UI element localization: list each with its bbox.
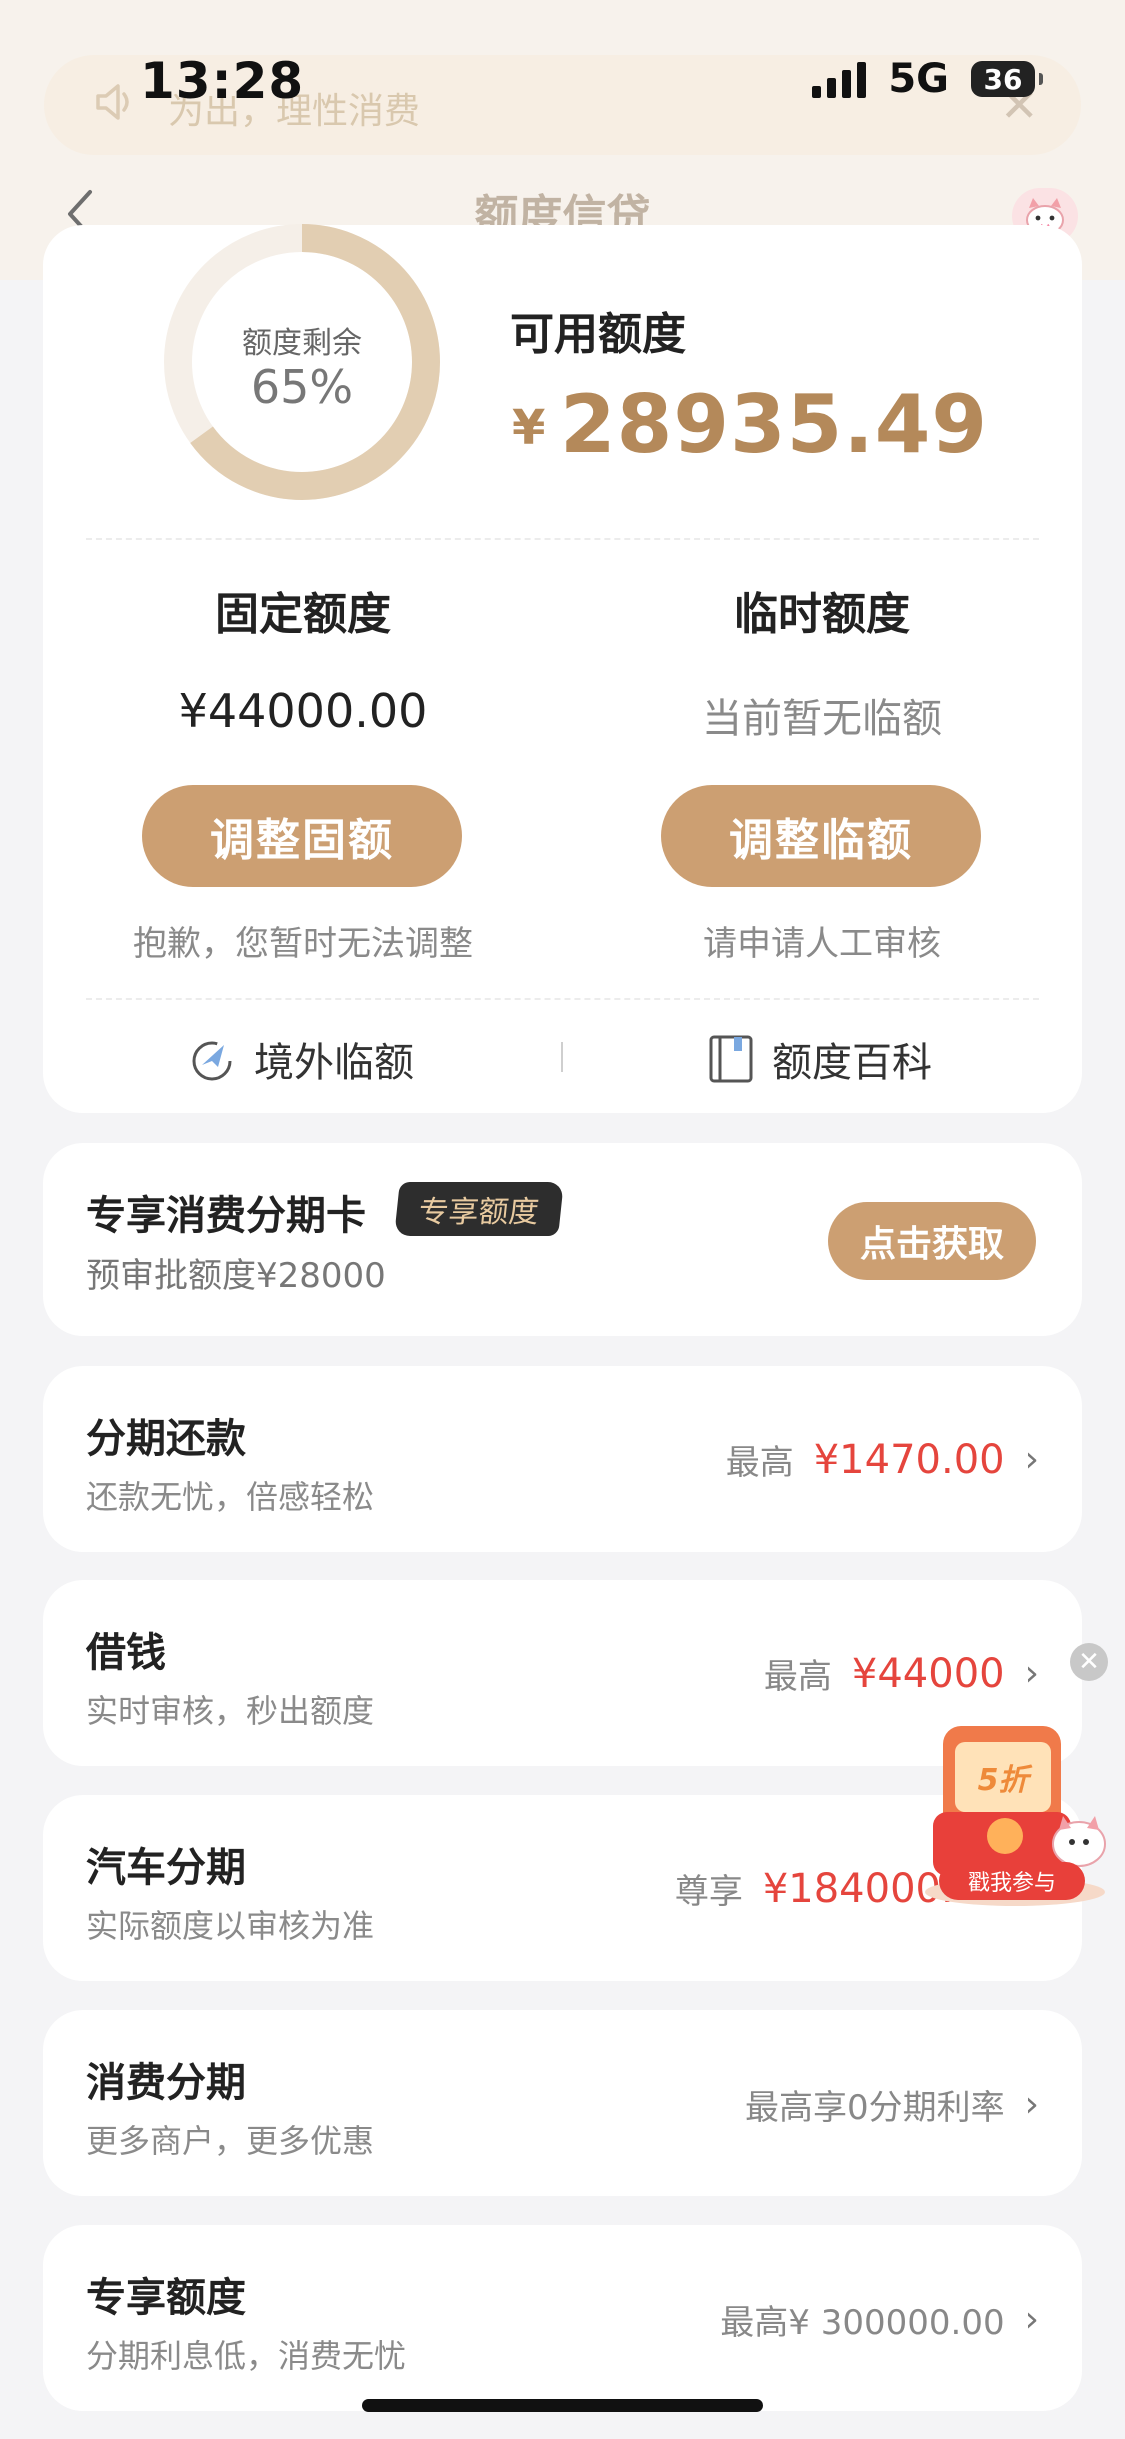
item-title: 分期还款	[86, 1416, 246, 1462]
promo-badge: 专享额度	[394, 1182, 564, 1236]
speaker-icon	[96, 84, 129, 120]
item-value: 最高¥ 300000.00 ›	[720, 2299, 1039, 2343]
available-amount: 28935.49	[560, 378, 989, 471]
adjust-fixed-button[interactable]: 调整固额	[142, 785, 462, 887]
temp-quota-note: 请申请人工审核	[703, 924, 941, 964]
float-close-icon[interactable]: ✕	[1070, 1643, 1108, 1681]
available-currency: ¥	[512, 400, 546, 456]
chevron-right-icon: ›	[1024, 1439, 1039, 1480]
adjust-temp-button[interactable]: 调整临额	[661, 785, 981, 887]
temp-quota-title: 临时额度	[734, 589, 910, 640]
divider	[86, 538, 1039, 540]
battery-icon: 36	[971, 61, 1043, 97]
join-promo-button[interactable]: 戳我参与	[939, 1862, 1085, 1900]
link-separator	[561, 1042, 563, 1072]
item-title: 消费分期	[86, 2060, 246, 2106]
chevron-right-icon: ›	[1024, 1653, 1039, 1694]
item-subtitle: 实际额度以审核为准	[86, 1907, 375, 1945]
ring-label: 额度剩余	[242, 326, 362, 361]
item-subtitle: 更多商户，更多优惠	[86, 2122, 375, 2160]
temp-quota-value: 当前暂无临额	[702, 696, 942, 742]
item-subtitle: 实时审核，秒出额度	[86, 1692, 375, 1730]
item-value: 最高 ¥1470.00 ›	[725, 1436, 1039, 1484]
item-subtitle: 还款无忧，倍感轻松	[86, 1478, 375, 1516]
plane-icon	[192, 1041, 232, 1081]
fixed-quota-value: ¥44000.00	[178, 684, 428, 738]
fixed-quota-title: 固定额度	[215, 589, 391, 640]
promo-title: 专享消费分期卡	[86, 1193, 366, 1239]
quota-wiki-label: 额度百科	[772, 1040, 932, 1086]
network-label: 5G	[888, 56, 949, 102]
home-indicator	[362, 2399, 763, 2412]
item-title: 借钱	[86, 1630, 166, 1676]
status-time: 13:28	[140, 52, 305, 110]
chevron-right-icon: ›	[1024, 2299, 1039, 2340]
book-icon	[709, 1035, 753, 1083]
overseas-quota-label: 境外临额	[254, 1040, 414, 1086]
item-value: 最高 ¥44000 ›	[763, 1650, 1039, 1698]
signal-icon	[812, 60, 867, 98]
svg-text:5折: 5折	[978, 1763, 1034, 1798]
chevron-right-icon: ›	[1024, 2084, 1039, 2125]
quota-wiki-link[interactable]: 额度百科	[708, 1030, 932, 1088]
item-title: 专享额度	[86, 2275, 246, 2321]
available-label: 可用额度	[510, 309, 686, 360]
ring-percent: 65%	[250, 360, 354, 414]
overseas-quota-link[interactable]: 境外临额	[188, 1030, 414, 1088]
item-subtitle: 分期利息低，消费无忧	[86, 2337, 407, 2375]
item-title: 汽车分期	[86, 1845, 246, 1891]
status-indicators: 5G 36	[812, 56, 1043, 102]
divider	[86, 998, 1039, 1000]
get-card-button[interactable]: 点击获取	[828, 1202, 1036, 1280]
promo-subtitle: 预审批额度¥28000	[86, 1256, 386, 1296]
item-value: 最高享0分期利率 ›	[744, 2084, 1039, 2128]
fixed-quota-note: 抱歉，您暂时无法调整	[133, 924, 473, 964]
